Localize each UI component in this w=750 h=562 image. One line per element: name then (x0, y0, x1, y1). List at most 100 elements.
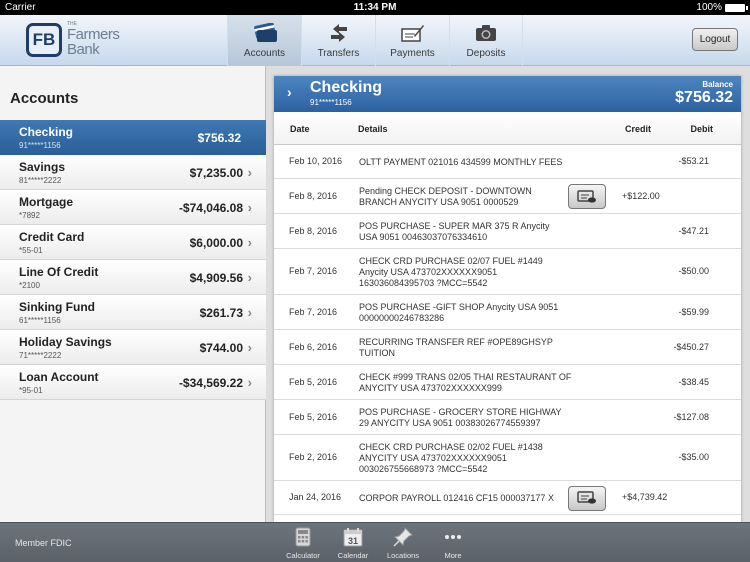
calendar-day: 31 (348, 536, 358, 546)
pushpin-icon (393, 526, 413, 548)
nav-transfers-label: Transfers (317, 48, 360, 59)
account-item-savings[interactable]: Savings 81*****2222 $7,235.00 › (0, 155, 266, 190)
account-balance: $4,909.56 (189, 271, 243, 285)
account-number: *55-01 (19, 246, 43, 255)
details-line: ANYCITY USA 473702XXXXXX9051 (359, 452, 507, 463)
account-name: Mortgage (19, 195, 73, 209)
account-number: *2100 (19, 281, 40, 290)
calculator-icon (295, 526, 311, 548)
logout-button[interactable]: Logout (692, 28, 738, 51)
account-number: *95-01 (19, 386, 43, 395)
tab-calendar[interactable]: 31 Calendar (328, 526, 378, 560)
transaction-list: Feb 10, 2016 OLTT PAYMENT 021016 434599 M… (274, 145, 741, 522)
tab-more-label: More (444, 551, 462, 560)
transaction-row[interactable]: Feb 2, 2016 CHECK CRD PURCHASE 02/02 FUEL… (274, 435, 741, 481)
column-credit[interactable]: Credit (625, 124, 651, 134)
account-balance: -$34,569.22 (178, 376, 243, 390)
transaction-row[interactable]: Jan 24, 2016 CORPOR PAYROLL 012416 CF15 0… (274, 481, 741, 515)
account-item-line-of-credit[interactable]: Line Of Credit *2100 $4,909.56 › (0, 260, 266, 295)
account-header[interactable]: › Checking 91*****1156 Balance $756.32 (274, 76, 741, 112)
transaction-credit: +$122.00 (622, 190, 660, 201)
account-item-credit-card[interactable]: Credit Card *55-01 $6,000.00 › (0, 225, 266, 260)
transaction-row[interactable]: Feb 7, 2016 POS PURCHASE -GIFT SHOP Anyci… (274, 295, 741, 330)
nav-accounts[interactable]: Accounts (227, 15, 301, 66)
battery-icon (725, 3, 748, 12)
tab-calculator[interactable]: Calculator (278, 526, 328, 560)
transaction-row[interactable]: Feb 6, 2016 RECURRING TRANSFER REF #OPE89… (274, 330, 741, 365)
logo-text: THE Farmers Bank (67, 22, 120, 58)
transaction-row[interactable]: Feb 5, 2016 CHECK #999 TRANS 02/05 THAI R… (274, 365, 741, 400)
logo-line1: Farmers (67, 26, 120, 43)
account-item-sinking-fund[interactable]: Sinking Fund 61*****1156 $261.73 › (0, 295, 266, 330)
details-line: 00000000246783286 (359, 312, 445, 323)
column-date[interactable]: Date (290, 124, 310, 134)
details-line: CHECK #999 TRANS 02/05 THAI RESTAURANT O… (359, 371, 572, 382)
account-item-holiday-savings[interactable]: Holiday Savings 71*****2222 $744.00 › (0, 330, 266, 365)
account-number: *7892 (19, 211, 40, 220)
transaction-details: OLTT PAYMENT 021016 434599 MONTHLY FEES (359, 157, 574, 168)
transaction-details: POS PURCHASE - GROCERY STORE HIGHWAY 29 A… (359, 407, 574, 429)
transaction-details: RECURRING TRANSFER REF #OPE89GHSYP TUITIO… (359, 337, 574, 359)
bottom-toolbar: Member FDIC Calculator 31 Calendar Locat… (0, 522, 750, 562)
nav-deposits[interactable]: Deposits (449, 15, 523, 66)
chevron-right-icon[interactable]: › (287, 84, 292, 100)
tab-locations[interactable]: Locations (378, 526, 428, 560)
nav-accounts-label: Accounts (243, 48, 286, 59)
details-line: POS PURCHASE - SUPER MAR 375 R Anycity (359, 220, 550, 231)
nav-deposits-label: Deposits (466, 48, 506, 59)
tab-calculator-label: Calculator (286, 551, 320, 560)
transaction-debit: -$47.21 (678, 225, 709, 236)
nav-transfers[interactable]: Transfers (301, 15, 375, 66)
view-check-image-button[interactable] (568, 485, 606, 511)
account-balance: $7,235.00 (189, 166, 243, 180)
column-debit[interactable]: Debit (691, 124, 714, 134)
nav-payments[interactable]: Payments (375, 15, 449, 66)
transaction-date: Feb 8, 2016 (289, 190, 338, 201)
clock: 11:34 PM (353, 2, 397, 13)
details-line: POS PURCHASE -GIFT SHOP Anycity USA 9051 (359, 301, 559, 312)
details-line: 163036084395703 ?MCC=5542 (359, 277, 488, 288)
transaction-row[interactable]: Feb 5, 2016 POS PURCHASE - GROCERY STORE … (274, 400, 741, 435)
details-line: 29 ANYCITY USA 9051 00383026774559397 (359, 417, 541, 428)
account-balance: $744.00 (199, 341, 243, 355)
accounts-sidebar: Accounts Checking 91*****1156 $756.32 Sa… (0, 66, 273, 522)
chevron-right-icon: › (247, 235, 252, 250)
transaction-details: POS PURCHASE - SUPER MAR 375 R Anycity US… (359, 221, 574, 243)
transaction-row[interactable]: Feb 8, 2016 POS PURCHASE - SUPER MAR 375 … (274, 214, 741, 249)
details-line: RECURRING TRANSFER REF #OPE89GHSYP (359, 336, 553, 347)
account-balance: -$74,046.08 (178, 201, 243, 215)
transaction-details: POS PURCHASE -GIFT SHOP Anycity USA 9051… (359, 302, 574, 324)
transaction-debit: -$38.45 (678, 376, 709, 387)
details-line: BRANCH ANYCITY USA 9051 0000529 (359, 196, 519, 207)
view-check-image-button[interactable] (568, 184, 606, 209)
calendar-icon: 31 (343, 526, 363, 548)
details-line: ANYCITY USA 473702XXXXXX999 (359, 382, 502, 393)
details-line: USA 9051 00463037076334610 (359, 231, 488, 242)
transfer-arrows-icon (329, 22, 349, 44)
chevron-right-icon: › (247, 270, 252, 285)
account-number: 91*****1156 (19, 141, 61, 150)
account-number: 91*****1156 (310, 98, 352, 107)
account-item-loan-account[interactable]: Loan Account *95-01 -$34,569.22 › (0, 365, 266, 400)
account-item-mortgage[interactable]: Mortgage *7892 -$74,046.08 › (0, 190, 266, 225)
column-details[interactable]: Details (358, 124, 388, 134)
account-name: Sinking Fund (19, 300, 95, 314)
transaction-row[interactable]: Feb 10, 2016 OLTT PAYMENT 021016 434599 M… (274, 145, 741, 179)
battery-indicator: 100% (696, 2, 748, 13)
account-title: Checking (310, 79, 383, 96)
logo-line2: Bank (67, 41, 100, 58)
transaction-details: CHECK CRD PURCHASE 02/02 FUEL #1438 ANYCI… (359, 442, 574, 475)
transaction-debit: -$53.21 (678, 156, 709, 166)
sidebar-title: Accounts (10, 90, 79, 107)
tab-more[interactable]: More (428, 526, 478, 560)
account-item-checking[interactable]: Checking 91*****1156 $756.32 (0, 120, 273, 155)
status-bar: Carrier 11:34 PM 100% (0, 0, 750, 15)
load-more-area[interactable]: Pull up to load more... (274, 515, 741, 522)
credit-card-icon (252, 22, 278, 44)
account-name: Savings (19, 160, 66, 174)
transaction-row[interactable]: Feb 8, 2016 Pending CHECK DEPOSIT - DOWNT… (274, 179, 741, 214)
transaction-details: CHECK CRD PURCHASE 02/07 FUEL #1449 Anyci… (359, 256, 574, 289)
tab-locations-label: Locations (386, 551, 420, 560)
chevron-right-icon: › (247, 305, 252, 320)
transaction-row[interactable]: Feb 7, 2016 CHECK CRD PURCHASE 02/07 FUEL… (274, 249, 741, 295)
